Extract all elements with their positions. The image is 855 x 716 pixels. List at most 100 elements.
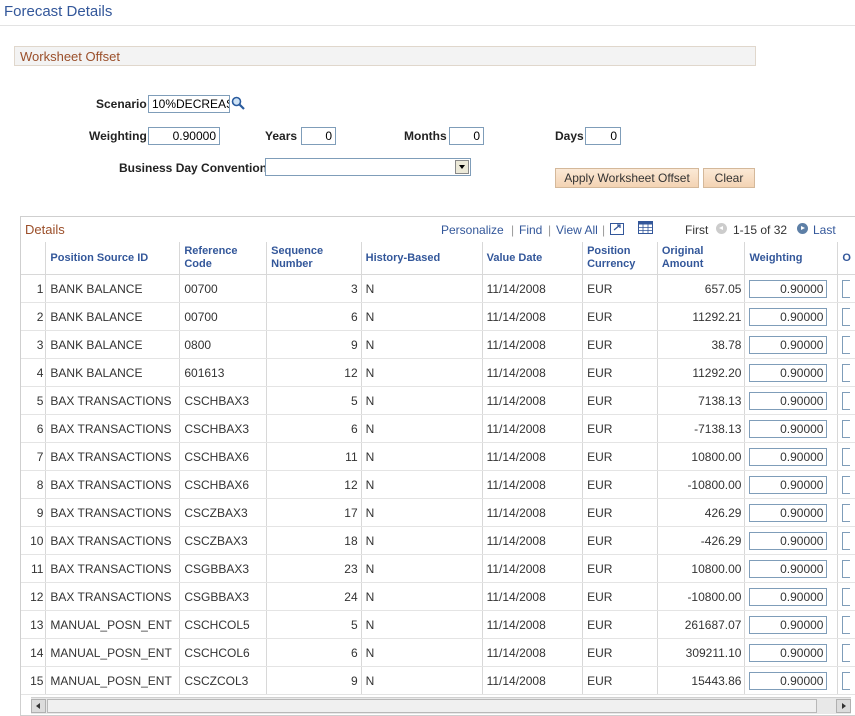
weighting-input[interactable]: 0.90000	[749, 643, 828, 662]
years-input[interactable]: 0	[301, 127, 336, 145]
title-divider	[0, 25, 855, 26]
column-header[interactable]: History-Based	[360, 242, 483, 275]
days-input[interactable]: 0	[585, 127, 621, 145]
column-header[interactable]: Position Currency	[582, 242, 658, 275]
truncated-input[interactable]	[842, 419, 851, 438]
scroll-thumb[interactable]	[47, 699, 817, 713]
weighting-input[interactable]: 0.90000	[749, 615, 828, 634]
truncated-input[interactable]	[842, 643, 851, 662]
original-amount-cell: -10800.00	[656, 470, 745, 499]
weighting-input[interactable]: 0.90000	[148, 127, 220, 145]
position-source-id-cell: BAX TRANSACTIONS	[45, 554, 180, 583]
position-currency-cell: EUR	[582, 414, 658, 443]
column-header[interactable]: Reference Code	[179, 242, 267, 275]
weighting-input[interactable]: 0.90000	[749, 503, 828, 522]
personalize-link[interactable]: Personalize	[441, 223, 504, 237]
weighting-input[interactable]: 0.90000	[749, 363, 828, 382]
sequence-number-cell: 9	[266, 330, 362, 359]
spreadsheet-icon[interactable]	[638, 221, 653, 235]
sequence-number-cell: 5	[266, 386, 362, 415]
clear-button[interactable]: Clear	[703, 168, 755, 188]
history-based-cell: N	[360, 554, 483, 583]
value-date-cell: 11/14/2008	[481, 638, 583, 667]
value-date-cell: 11/14/2008	[481, 302, 583, 331]
column-header[interactable]: Original Amount	[656, 242, 745, 275]
history-based-cell: N	[360, 386, 483, 415]
download-icon[interactable]	[610, 221, 625, 235]
apply-worksheet-offset-button[interactable]: Apply Worksheet Offset	[555, 168, 699, 188]
position-source-id-cell: BAX TRANSACTIONS	[45, 582, 180, 611]
column-header[interactable]: Value Date	[481, 242, 583, 275]
weighting-input[interactable]: 0.90000	[749, 307, 828, 326]
column-header[interactable]: Weighting	[744, 242, 838, 275]
weighting-input[interactable]: 0.90000	[749, 391, 828, 410]
history-based-cell: N	[360, 638, 483, 667]
truncated-input[interactable]	[842, 279, 851, 298]
reference-code-cell: 601613	[179, 358, 267, 387]
truncated-input[interactable]	[842, 447, 851, 466]
truncated-input[interactable]	[842, 335, 851, 354]
years-label: Years	[265, 129, 298, 143]
column-header[interactable]: O	[837, 242, 855, 275]
view-all-link[interactable]: View All	[556, 223, 598, 237]
column-header[interactable]: Sequence Number	[266, 242, 362, 275]
weighting-input[interactable]: 0.90000	[749, 475, 828, 494]
weighting-cell: 0.90000	[744, 470, 838, 499]
table-row: 15 MANUAL_POSN_ENT CSCZCOL3 9 N 11/14/2008 EUR…	[21, 666, 855, 695]
weighting-input[interactable]: 0.90000	[749, 447, 828, 466]
weighting-input[interactable]: 0.90000	[749, 279, 828, 298]
reference-code-cell: 0800	[179, 330, 267, 359]
history-based-cell: N	[360, 582, 483, 611]
truncated-input[interactable]	[842, 503, 851, 522]
weighting-input[interactable]: 0.90000	[749, 531, 828, 550]
row-number: 9	[21, 498, 46, 527]
original-amount-cell: 15443.86	[656, 666, 745, 695]
truncated-input[interactable]	[842, 363, 851, 382]
history-based-cell: N	[360, 470, 483, 499]
truncated-input[interactable]	[842, 531, 851, 550]
reference-code-cell: CSCZBAX3	[179, 498, 267, 527]
weighting-input[interactable]: 0.90000	[749, 335, 828, 354]
find-link[interactable]: Find	[519, 223, 542, 237]
truncated-input[interactable]	[842, 391, 851, 410]
business-day-convention-select[interactable]	[265, 158, 471, 176]
truncated-input[interactable]	[842, 475, 851, 494]
weighting-cell: 0.90000	[744, 610, 838, 639]
section-title: Worksheet Offset	[20, 49, 120, 64]
original-amount-cell: 7138.13	[656, 386, 745, 415]
truncated-input[interactable]	[842, 559, 851, 578]
truncated-input[interactable]	[842, 671, 851, 690]
truncated-input[interactable]	[842, 615, 851, 634]
position-source-id-cell: MANUAL_POSN_ENT	[45, 638, 180, 667]
truncated-input[interactable]	[842, 587, 851, 606]
scenario-input[interactable]: 10%DECREASE	[148, 95, 230, 113]
horizontal-scrollbar[interactable]	[31, 697, 851, 714]
months-input[interactable]: 0	[449, 127, 484, 145]
history-based-cell: N	[360, 498, 483, 527]
sequence-number-cell: 6	[266, 302, 362, 331]
weighting-input[interactable]: 0.90000	[749, 587, 828, 606]
grid-header: Details Personalize | Find | View All | …	[21, 217, 855, 241]
column-header[interactable]: Position Source ID	[45, 242, 180, 275]
scroll-right-icon[interactable]	[836, 699, 851, 713]
weighting-input[interactable]: 0.90000	[749, 419, 828, 438]
next-arrow-icon[interactable]	[797, 223, 808, 234]
truncated-cell	[837, 638, 855, 667]
first-link: First	[685, 223, 709, 237]
original-amount-cell: 657.05	[656, 274, 745, 303]
original-amount-cell: -10800.00	[656, 582, 745, 611]
magnifier-icon[interactable]	[231, 96, 245, 110]
row-number: 11	[21, 554, 46, 583]
row-range: 1-15 of 32	[733, 223, 788, 237]
truncated-input[interactable]	[842, 307, 851, 326]
position-currency-cell: EUR	[582, 582, 658, 611]
scroll-left-icon[interactable]	[31, 699, 46, 713]
last-link[interactable]: Last	[813, 223, 836, 237]
reference-code-cell: CSCZCOL3	[179, 666, 267, 695]
table-row: 12 BAX TRANSACTIONS CSGBBAX3 24 N 11/14/2008 E…	[21, 582, 855, 611]
chevron-down-icon[interactable]	[455, 160, 469, 174]
original-amount-cell: 38.78	[656, 330, 745, 359]
weighting-input[interactable]: 0.90000	[749, 671, 828, 690]
weighting-input[interactable]: 0.90000	[749, 559, 828, 578]
original-amount-cell: -426.29	[656, 526, 745, 555]
